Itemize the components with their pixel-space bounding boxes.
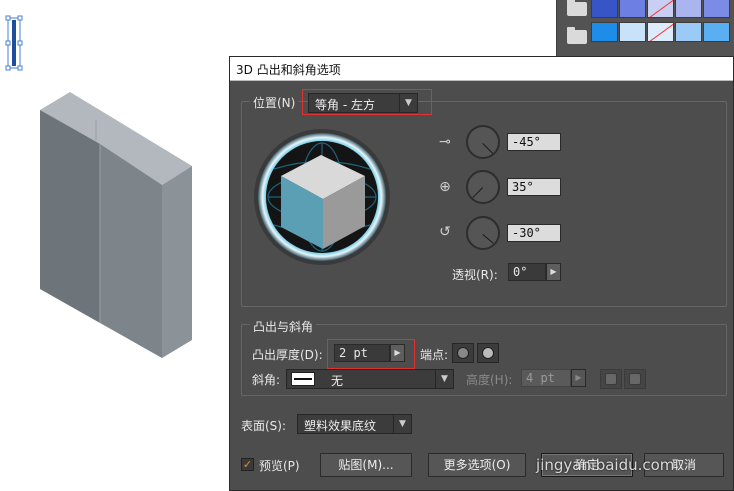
selected-small-object[interactable]	[5, 15, 23, 71]
perspective-slider-button[interactable]: ▶	[546, 263, 561, 281]
z-rotation-dial[interactable]	[466, 216, 500, 250]
cap-on-button[interactable]	[452, 343, 474, 363]
bevel-select[interactable]: 无 ▼	[286, 369, 454, 389]
y-axis-rotation-icon: ⊕	[439, 179, 451, 195]
perspective-label: 透视(R):	[452, 268, 498, 282]
surface-select[interactable]: 塑料效果底纹 ▼	[297, 414, 412, 434]
y-rotation-field[interactable]: 35°	[507, 178, 561, 196]
bevel-out-button[interactable]	[600, 369, 622, 389]
extrude-depth-label: 凸出厚度(D):	[252, 348, 323, 362]
bevel-height-label: 高度(H):	[466, 373, 513, 387]
surface-label: 表面(S):	[241, 419, 287, 433]
more-options-button[interactable]: 更多选项(O)	[428, 453, 526, 477]
swatch[interactable]	[647, 22, 674, 42]
bevel-height-field[interactable]: 4 pt	[521, 369, 571, 387]
extruded-3d-object[interactable]	[40, 92, 192, 358]
bevel-height-slider-button[interactable]: ▶	[571, 369, 586, 387]
x-rotation-field[interactable]: -45°	[507, 133, 561, 151]
bevel-preview-icon	[291, 372, 315, 386]
highlight-box	[327, 339, 415, 369]
z-rotation-field[interactable]: -30°	[507, 224, 561, 242]
dropdown-arrow-icon: ▼	[435, 370, 453, 388]
dialog-title: 3D 凸出和斜角选项	[236, 63, 341, 77]
extrude-bevel-dialog: 3D 凸出和斜角选项 位置(N) 等角 - 左方 ▼ ⊸ -45° ⊕ 35° …	[229, 56, 734, 491]
x-rotation-dial[interactable]	[466, 125, 500, 159]
surface-value: 塑料效果底纹	[304, 419, 377, 433]
bevel-in-icon	[629, 373, 641, 385]
z-axis-rotation-icon: ↺	[439, 224, 451, 240]
checkmark-icon: ✓	[242, 458, 253, 471]
highlight-box	[302, 89, 432, 115]
map-button[interactable]: 贴图(M)...	[320, 453, 412, 477]
artboard-artwork	[5, 15, 192, 358]
position-label: 位置(N)	[250, 94, 299, 111]
folder-icon[interactable]	[567, 27, 587, 44]
perspective-field[interactable]: 0°	[508, 263, 546, 281]
swatch[interactable]	[703, 0, 730, 18]
cap-on-icon	[457, 347, 469, 359]
swatch[interactable]	[675, 0, 702, 18]
swatch[interactable]	[647, 0, 674, 18]
swatch[interactable]	[675, 22, 702, 42]
bevel-label: 斜角:	[252, 373, 281, 387]
bevel-in-button[interactable]	[624, 369, 646, 389]
dialog-title-bar[interactable]: 3D 凸出和斜角选项	[230, 57, 733, 81]
cap-off-button[interactable]	[477, 343, 499, 363]
swatch[interactable]	[619, 22, 646, 42]
swatch[interactable]	[591, 0, 618, 18]
preview-checkbox[interactable]: ✓	[241, 458, 254, 471]
cap-label: 端点:	[420, 348, 449, 362]
bevel-out-icon	[605, 373, 617, 385]
folder-icon[interactable]	[567, 0, 587, 16]
x-axis-rotation-icon: ⊸	[439, 134, 451, 150]
swatch[interactable]	[591, 22, 618, 42]
swatch[interactable]	[619, 0, 646, 18]
preview-label: 预览(P)	[259, 459, 300, 473]
watermark: jingyan.baidu.com	[536, 456, 675, 474]
rotation-trackball[interactable]	[254, 125, 390, 271]
dropdown-arrow-icon: ▼	[393, 415, 411, 433]
cap-off-icon	[482, 347, 494, 359]
swatch[interactable]	[703, 22, 730, 42]
extrude-bevel-label: 凸出与斜角	[250, 318, 317, 335]
y-rotation-dial[interactable]	[466, 170, 500, 204]
swatches-panel	[556, 0, 734, 58]
bevel-value: 无	[331, 374, 344, 388]
